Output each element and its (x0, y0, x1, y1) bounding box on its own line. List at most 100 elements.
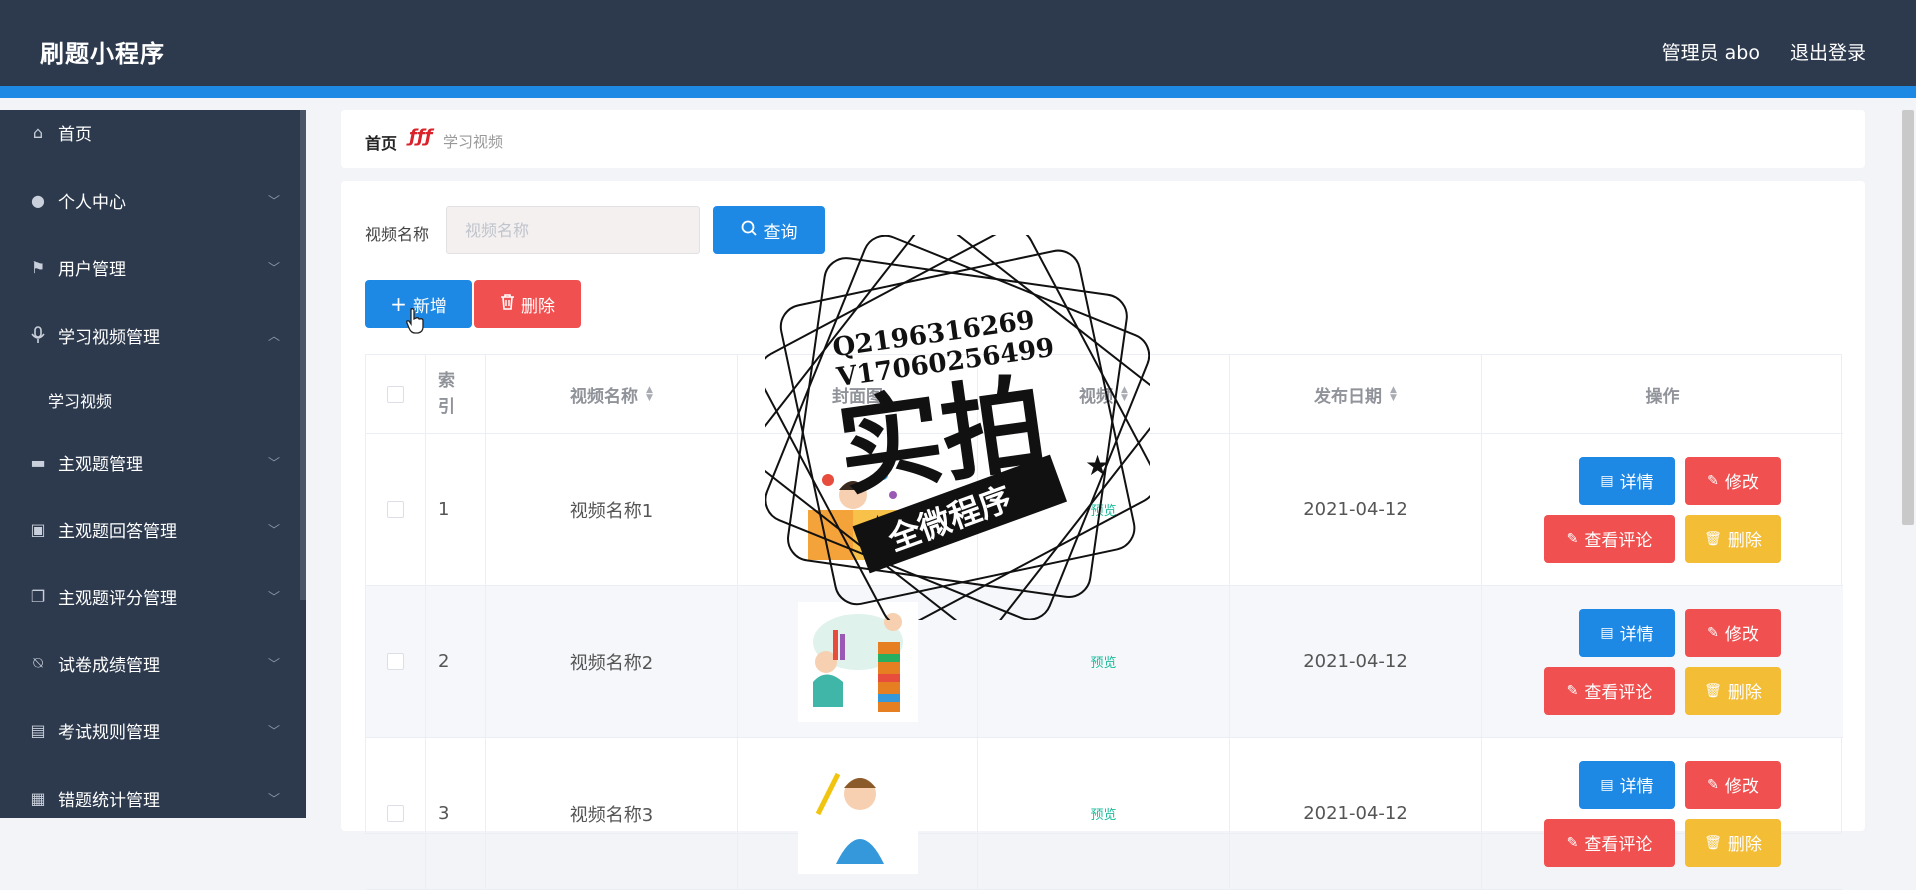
select-all-checkbox[interactable] (387, 385, 404, 403)
pencil-icon: ✎ (1566, 834, 1579, 851)
cover-image (797, 449, 918, 570)
chevron-down-icon: ﹀ (267, 261, 280, 275)
logout-link[interactable]: 退出登录 (1790, 38, 1866, 65)
header-select-cell (366, 355, 426, 433)
delete-label: 删除 (1727, 683, 1762, 703)
delete-button[interactable]: 🗑 删除 (1685, 514, 1781, 563)
row-video: 预览 (978, 434, 1230, 585)
video-table: 索 引 视频名称 ▲ ▼ 封面图 视频 ▲ ▼ 发布日期 ▲ ▼ 操作 1 视频名称1 (365, 354, 1843, 890)
header-video[interactable]: 视频 ▲ ▼ (978, 355, 1230, 433)
pencil-icon: ✎ (1566, 682, 1579, 699)
sidebar-item-label: 考试规则管理 (58, 722, 160, 743)
table-row: 3 视频名称3 预览 2021-04-12 ▤ 详情 ✎ 修改 ✎ 查看评论 🗑 删 (366, 738, 1843, 890)
bulk-delete-button[interactable]: 删除 (474, 280, 581, 328)
sidebar-item-wrong-stats[interactable]: ▦ 错题统计管理 ﹀ (0, 778, 300, 818)
sidebar-item-subjective-answers[interactable]: ▣ 主观题回答管理 ﹀ (0, 509, 300, 549)
detail-label: 详情 (1619, 625, 1654, 645)
sidebar-item-profile[interactable]: ● 个人中心 ﹀ (0, 180, 300, 220)
header-name-label: 视频名称 (570, 386, 639, 407)
sort-icon[interactable]: ▲ ▼ (1390, 386, 1397, 403)
row-video: 预览 (978, 738, 1230, 889)
row-checkbox[interactable] (387, 805, 404, 822)
comment-label: 查看评论 (1584, 683, 1653, 703)
view-comments-button[interactable]: ✎ 查看评论 (1544, 666, 1675, 715)
bulk-delete-label: 删除 (521, 296, 555, 317)
row-checkbox[interactable] (387, 501, 404, 518)
document-icon: ▤ (1600, 472, 1614, 489)
row-name: 视频名称3 (486, 738, 738, 889)
microphone-icon (28, 325, 48, 345)
header-date[interactable]: 发布日期 ▲ ▼ (1230, 355, 1482, 433)
page-scrollbar[interactable] (1900, 110, 1916, 818)
person-icon: ● (31, 190, 45, 210)
sidebar-item-subjective[interactable]: ▬ 主观题管理 ﹀ (0, 442, 300, 482)
row-select-cell (366, 434, 426, 585)
sidebar-item-exam-rules[interactable]: ▤ 考试规则管理 ﹀ (0, 710, 300, 750)
chevron-down-icon: ﹀ (267, 523, 280, 537)
row-cover (738, 738, 978, 889)
pencil-icon: ✎ (1566, 530, 1579, 547)
table-header: 索 引 视频名称 ▲ ▼ 封面图 视频 ▲ ▼ 发布日期 ▲ ▼ 操作 (366, 355, 1843, 434)
detail-button[interactable]: ▤ 详情 (1579, 456, 1675, 505)
pencil-icon: ✎ (1707, 472, 1719, 489)
sidebar-item-label: 主观题回答管理 (58, 521, 177, 542)
briefcase-icon: ▣ (30, 519, 46, 539)
row-select-cell (366, 738, 426, 889)
query-button[interactable]: 查询 (713, 206, 825, 254)
sidebar-item-subjective-scores[interactable]: ❐ 主观题评分管理 ﹀ (0, 576, 300, 616)
app-title: 刷题小程序 (40, 40, 165, 68)
comment-label: 查看评论 (1584, 531, 1653, 551)
row-index: 3 (426, 738, 486, 889)
delete-button[interactable]: 🗑 删除 (1685, 818, 1781, 867)
row-video: 预览 (978, 586, 1230, 737)
sort-icon[interactable]: ▲ ▼ (1121, 386, 1128, 403)
preview-link[interactable]: 预览 (1090, 652, 1116, 671)
chevron-up-icon: ︿ (267, 329, 280, 343)
row-name: 视频名称1 (486, 434, 738, 585)
row-checkbox[interactable] (387, 653, 404, 670)
detail-button[interactable]: ▤ 详情 (1579, 608, 1675, 657)
view-comments-button[interactable]: ✎ 查看评论 (1544, 818, 1675, 867)
main-content: 视频名称 查询 + 新增 删除 索 引 视频名称 ▲▼ 封面图 视频 (341, 181, 1865, 890)
preview-link[interactable]: 预览 (1090, 804, 1116, 823)
sidebar: ⌂ 首页 ● 个人中心 ﹀ ⚑ 用户管理 ﹀ 学习视频管理 ︿ 学习视频 ▬ 主… (0, 110, 306, 818)
query-button-label: 查询 (763, 222, 798, 243)
row-date: 2021-04-12 (1230, 738, 1482, 889)
sidebar-item-exam-scores[interactable]: ⍉ 试卷成绩管理 ﹀ (0, 643, 300, 683)
detail-button[interactable]: ▤ 详情 (1579, 760, 1675, 809)
sidebar-item-users[interactable]: ⚑ 用户管理 ﹀ (0, 247, 300, 287)
page-scrollbar-thumb[interactable] (1902, 110, 1914, 525)
edit-button[interactable]: ✎ 修改 (1685, 456, 1781, 505)
header-name[interactable]: 视频名称 ▲ ▼ (486, 355, 738, 433)
pencil-icon: ✎ (1707, 776, 1719, 793)
trash-icon (500, 294, 515, 314)
clipboard-icon: ▤ (30, 720, 46, 740)
chevron-down-icon: ﹀ (267, 724, 280, 738)
inbox-icon: ▬ (30, 452, 46, 472)
search-input[interactable] (446, 206, 700, 254)
sidebar-subitem-videos[interactable]: 学习视频 (48, 388, 112, 412)
edit-button[interactable]: ✎ 修改 (1685, 760, 1781, 809)
row-name: 视频名称2 (486, 586, 738, 737)
row-date: 2021-04-12 (1230, 434, 1482, 585)
chevron-down-icon: ﹀ (267, 194, 280, 208)
edit-button[interactable]: ✎ 修改 (1685, 608, 1781, 657)
sidebar-item-videos[interactable]: 学习视频管理 ︿ (0, 315, 300, 355)
sidebar-item-home[interactable]: ⌂ 首页 (0, 112, 300, 152)
bell-off-icon: ⍉ (33, 653, 43, 672)
grid-icon: ▦ (30, 788, 46, 808)
trash-icon: 🗑 (1704, 682, 1722, 699)
preview-link[interactable]: 预览 (1090, 500, 1116, 519)
sidebar-scrollbar[interactable] (300, 110, 306, 600)
view-comments-button[interactable]: ✎ 查看评论 (1544, 514, 1675, 563)
row-ops: ▤ 详情 ✎ 修改 ✎ 查看评论 🗑 删除 (1482, 738, 1843, 889)
document-icon: ▤ (1600, 776, 1614, 793)
user-name: 管理员 abo (1661, 42, 1760, 64)
delete-button[interactable]: 🗑 删除 (1685, 666, 1781, 715)
row-index: 1 (426, 434, 486, 585)
delete-label: 删除 (1727, 835, 1762, 855)
breadcrumb-home[interactable]: 首页 (365, 130, 397, 154)
row-index: 2 (426, 586, 486, 737)
home-icon: ⌂ (32, 122, 44, 142)
sort-icon[interactable]: ▲ ▼ (646, 386, 653, 403)
